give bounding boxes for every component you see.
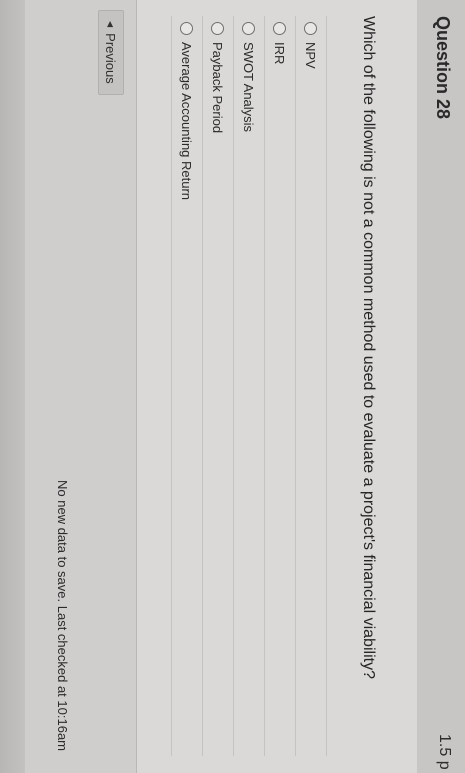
option-label: SWOT Analysis xyxy=(241,42,257,133)
screen: Question 28 1.5 p Which of the following… xyxy=(0,0,465,773)
answer-options: NPV IRR SWOT Analysis Payback Period Ave… xyxy=(171,16,327,756)
option-swot-analysis[interactable]: SWOT Analysis xyxy=(233,16,264,756)
quiz-page: Question 28 1.5 p Which of the following… xyxy=(0,0,465,773)
page-edge xyxy=(0,0,25,773)
option-label: NPV xyxy=(303,42,319,69)
previous-button[interactable]: ◀ Previous xyxy=(98,10,124,95)
question-title: Question 28 xyxy=(433,16,453,120)
radio-button[interactable] xyxy=(180,22,194,35)
previous-label: Previous xyxy=(103,33,119,84)
option-payback-period[interactable]: Payback Period xyxy=(202,16,233,756)
save-status: No new data to save. Last checked at 10:… xyxy=(55,480,70,752)
question-text: Which of the following is not a common m… xyxy=(360,16,377,679)
triangle-left-icon: ◀ xyxy=(106,21,116,28)
question-points: 1.5 p xyxy=(436,734,453,770)
radio-button[interactable] xyxy=(273,22,287,35)
radio-button[interactable] xyxy=(304,22,318,35)
option-label: Payback Period xyxy=(210,42,226,134)
option-label: IRR xyxy=(272,42,288,65)
option-label: Average Accounting Return xyxy=(179,42,195,201)
option-npv[interactable]: NPV xyxy=(295,16,327,756)
option-irr[interactable]: IRR xyxy=(264,16,295,756)
radio-button[interactable] xyxy=(211,22,225,35)
radio-button[interactable] xyxy=(242,22,256,35)
option-average-accounting-return[interactable]: Average Accounting Return xyxy=(171,16,202,756)
